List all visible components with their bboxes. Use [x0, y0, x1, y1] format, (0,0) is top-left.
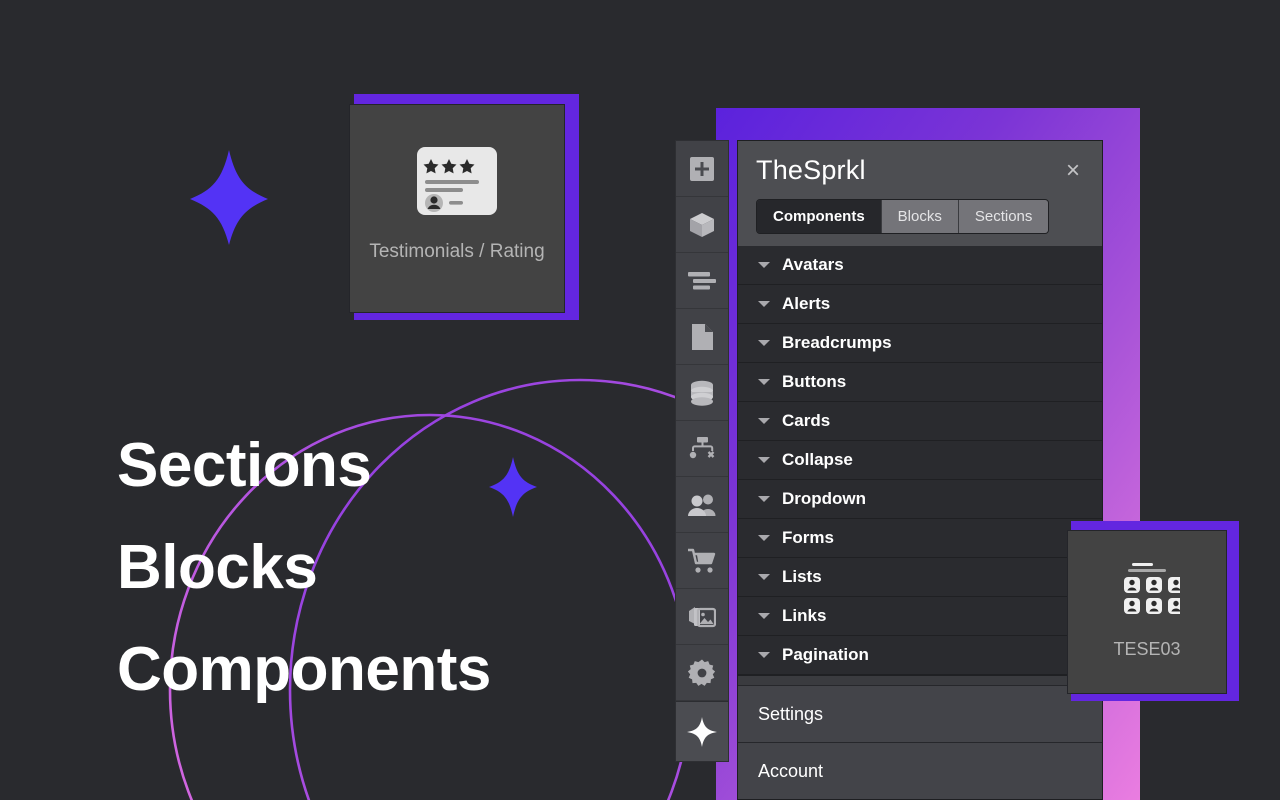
- chevron-down-icon: [758, 496, 770, 502]
- chevron-down-icon: [758, 262, 770, 268]
- rail-item-settings[interactable]: [676, 645, 728, 701]
- sparkle-icon-small: [489, 457, 537, 517]
- component-category-list[interactable]: Avatars Alerts Breadcrumps Buttons Cards…: [738, 246, 1102, 685]
- gear-icon: [688, 659, 716, 687]
- headline-stack: Sections Blocks Components: [117, 435, 491, 701]
- rail-item-sparkle[interactable]: [676, 701, 728, 761]
- list-item-label: Collapse: [782, 450, 853, 469]
- panel-tabbar[interactable]: Components Blocks Sections: [756, 199, 1050, 234]
- tab-sections[interactable]: Sections: [958, 200, 1049, 233]
- list-item-label: Pagination: [782, 645, 869, 664]
- testimonial-rating-icon: [417, 147, 497, 220]
- chevron-down-icon: [758, 574, 770, 580]
- list-item[interactable]: Pagination: [738, 636, 1102, 675]
- panel-titlebar: TheSprkl ×: [756, 157, 1084, 185]
- list-item-label: Forms: [782, 528, 834, 547]
- icon-rail[interactable]: [675, 140, 729, 762]
- testimonials-card[interactable]: Testimonials / Rating: [349, 94, 579, 320]
- list-item[interactable]: Avatars: [738, 246, 1102, 285]
- sparkle-icon-large: [190, 150, 268, 245]
- chevron-down-icon: [758, 379, 770, 385]
- list-item[interactable]: Buttons: [738, 363, 1102, 402]
- chevron-down-icon: [758, 535, 770, 541]
- rail-item-users[interactable]: [676, 477, 728, 533]
- chevron-down-icon: [758, 340, 770, 346]
- tese03-card[interactable]: TESE03: [1067, 521, 1239, 701]
- panel-title: TheSprkl: [756, 155, 866, 185]
- sprkl-panel: TheSprkl × Components Blocks Sections Av…: [737, 140, 1103, 800]
- chevron-down-icon: [758, 301, 770, 307]
- chevron-down-icon: [758, 613, 770, 619]
- list-item[interactable]: Links: [738, 597, 1102, 636]
- headline-components: Components: [117, 635, 491, 704]
- list-item-label: Buttons: [782, 372, 847, 391]
- rail-item-sitemap[interactable]: [676, 421, 728, 477]
- footer-item-settings[interactable]: Settings: [738, 685, 1102, 742]
- sitemap-icon: [688, 436, 716, 462]
- headline-blocks: Blocks: [117, 533, 318, 602]
- media-images-icon: [688, 605, 716, 629]
- cube-icon: [688, 211, 716, 239]
- database-icon: [688, 380, 716, 406]
- list-item[interactable]: Forms: [738, 519, 1102, 558]
- panel-header: TheSprkl × Components Blocks Sections: [738, 141, 1102, 246]
- footer-item-account[interactable]: Account: [738, 742, 1102, 799]
- panel-footer: Settings Account: [738, 685, 1102, 799]
- list-item-label: Alerts: [782, 294, 831, 313]
- list-item-label: Cards: [782, 411, 831, 430]
- headline-sections: Sections: [117, 431, 372, 500]
- list-item-label: Lists: [782, 567, 822, 586]
- rail-item-components[interactable]: [676, 197, 728, 253]
- plus-square-icon: [689, 156, 715, 182]
- rail-item-content[interactable]: [676, 253, 728, 309]
- testimonials-card-label: Testimonials / Rating: [369, 241, 545, 262]
- list-item[interactable]: Collapse: [738, 441, 1102, 480]
- tese03-card-body[interactable]: TESE03: [1067, 530, 1227, 694]
- rail-item-add[interactable]: [676, 141, 728, 197]
- close-icon[interactable]: ×: [1062, 157, 1084, 185]
- list-item[interactable]: Dropdown: [738, 480, 1102, 519]
- list-item[interactable]: Breadcrumps: [738, 324, 1102, 363]
- list-item-label: Links: [782, 606, 827, 625]
- rail-item-pages[interactable]: [676, 309, 728, 365]
- text-lines-icon: [688, 271, 716, 291]
- tese03-card-label: TESE03: [1113, 638, 1181, 659]
- tab-components[interactable]: Components: [757, 200, 882, 233]
- cart-icon: [687, 548, 717, 574]
- sparkle-icon: [687, 716, 717, 747]
- rail-item-media[interactable]: [676, 589, 728, 645]
- list-item[interactable]: Cards: [738, 402, 1102, 441]
- page-root: Sections Blocks Components Testimonials …: [0, 0, 1280, 800]
- horizontal-scrollbar[interactable]: [738, 675, 1102, 685]
- list-item-label: Breadcrumps: [782, 333, 892, 352]
- tab-blocks[interactable]: Blocks: [881, 200, 959, 233]
- chevron-down-icon: [758, 457, 770, 463]
- page-icon: [690, 323, 714, 351]
- users-icon: [687, 493, 717, 517]
- list-item-label: Avatars: [782, 255, 844, 274]
- list-item[interactable]: Lists: [738, 558, 1102, 597]
- team-grid-icon: [1114, 562, 1184, 622]
- rail-item-ecommerce[interactable]: [676, 533, 728, 589]
- chevron-down-icon: [758, 652, 770, 658]
- rail-item-database[interactable]: [676, 365, 728, 421]
- chevron-down-icon: [758, 418, 770, 424]
- list-item-label: Dropdown: [782, 489, 867, 508]
- list-item[interactable]: Alerts: [738, 285, 1102, 324]
- testimonials-card-body[interactable]: Testimonials / Rating: [349, 104, 565, 313]
